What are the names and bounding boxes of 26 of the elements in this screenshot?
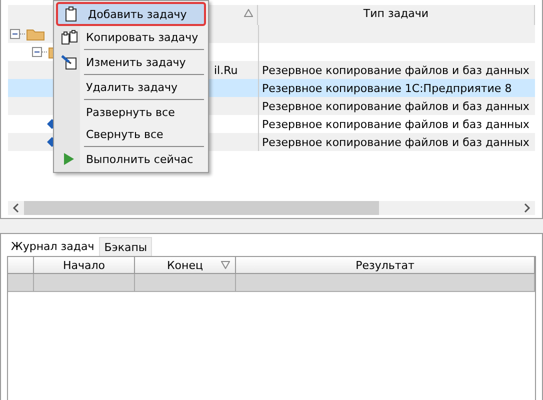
menu-item[interactable]: Выполнить сейчас	[56, 148, 206, 170]
clipboard-icon	[65, 6, 77, 22]
scroll-left-icon[interactable]	[12, 203, 20, 213]
menu-item[interactable]: Копировать задачу	[56, 26, 206, 48]
task-type: Резервное копирование файлов и баз данных	[262, 100, 530, 112]
task-name: il.Ru	[214, 64, 238, 76]
menu-item[interactable]: Свернуть все	[56, 123, 206, 145]
task-type: Резервное копирование файлов и баз данных	[262, 118, 530, 130]
sort-icon	[221, 261, 230, 269]
scroll-right-icon[interactable]	[523, 203, 531, 213]
play-icon	[64, 153, 74, 165]
copy-icon	[60, 30, 78, 44]
horizontal-scrollbar[interactable]	[8, 201, 535, 215]
task-type: Резервное копирование файлов и баз данных	[262, 136, 530, 148]
task-type: Резервное копирование файлов и баз данных	[262, 64, 530, 76]
column-header[interactable]: Результат	[236, 257, 535, 273]
column-header[interactable]: Начало	[34, 257, 135, 273]
menu-item[interactable]: Изменить задачу	[56, 51, 206, 73]
sort-icon	[244, 9, 253, 17]
edit-icon	[60, 54, 78, 70]
tab[interactable]: Бэкапы	[99, 237, 152, 256]
menu-item[interactable]: Добавить задачу	[56, 2, 206, 26]
menu-item[interactable]: Развернуть все	[56, 101, 206, 123]
menu-item[interactable]: Удалить задачу	[56, 76, 206, 98]
task-type: Резервное копирование 1С:Предприятие 8	[262, 82, 512, 94]
column-header[interactable]: Конец	[135, 257, 236, 273]
